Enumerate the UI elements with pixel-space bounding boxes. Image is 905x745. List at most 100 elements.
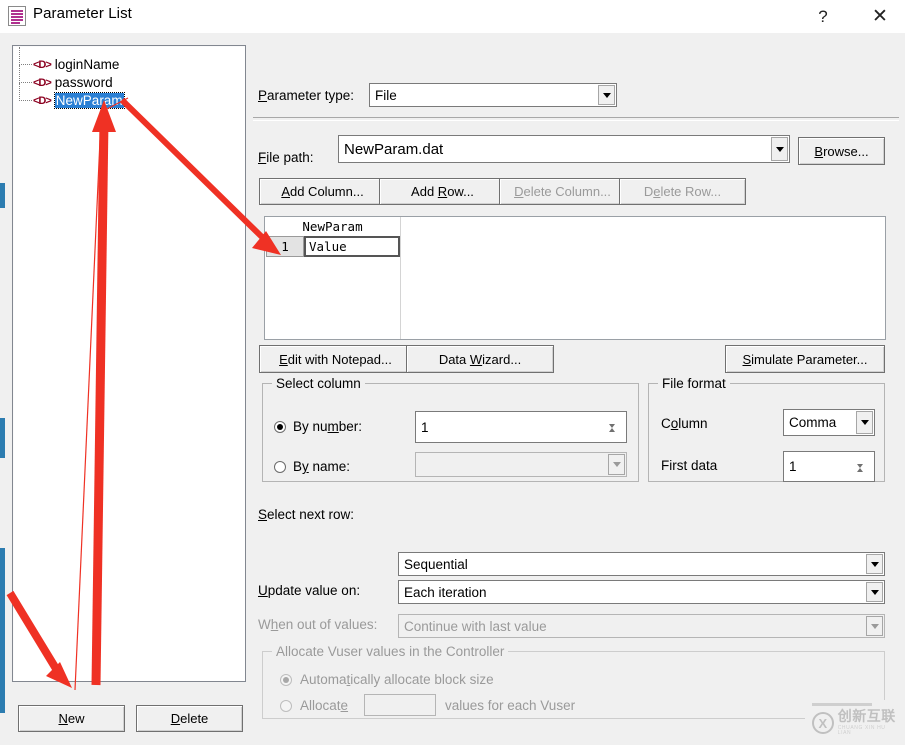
chevron-down-icon[interactable] — [771, 137, 788, 161]
grid-cell[interactable]: Value — [304, 236, 400, 257]
auto-allocate-label-rest: ically allocate block size — [350, 672, 494, 687]
delete-column-button: Delete Column... — [499, 178, 626, 205]
watermark-logo: X 创新互联 CHUANG XIN HU LIAN — [812, 708, 900, 738]
allocate-values-input — [364, 694, 436, 716]
delete-column-label-rest: elete Column... — [523, 184, 611, 199]
parameter-type-mnemonic: P — [258, 88, 268, 103]
delete-parameter-button[interactable]: Delete — [136, 705, 243, 732]
help-button[interactable]: ? — [800, 0, 846, 33]
allocate-suffix-label: values for each Vuser — [445, 698, 576, 713]
tree-line — [19, 83, 21, 101]
delete-row-button: Delete Row... — [619, 178, 746, 205]
data-wizard-label-pre: Data — [438, 351, 470, 367]
by-name-combo — [415, 452, 627, 477]
add-column-button[interactable]: Add Column... — [259, 178, 386, 205]
edit-notepad-label-rest: dit with Notepad... — [287, 351, 392, 367]
watermark-rule — [812, 703, 872, 706]
select-next-row-label: Select next row: — [258, 507, 354, 522]
edit-notepad-mnemonic: E — [279, 351, 288, 367]
delete-row-label-rest: lete Row... — [660, 184, 722, 199]
new-button-mnemonic: N — [58, 711, 68, 726]
update-value-on-value: Each iteration — [404, 584, 487, 600]
watermark-pinyin: CHUANG XIN HU LIAN — [837, 725, 886, 736]
add-column-label-rest: dd Column... — [289, 184, 364, 199]
tree-item-label: password — [54, 75, 113, 90]
by-number-value: 1 — [421, 419, 429, 435]
select-column-group-title: Select column — [272, 376, 365, 391]
chevron-down-icon[interactable] — [866, 554, 883, 574]
file-path-input[interactable]: NewParam.dat — [338, 135, 790, 163]
browse-button[interactable]: Browse... — [798, 137, 885, 165]
data-wizard-label-rest: izard... — [482, 351, 522, 367]
when-out-of-values-combo: Continue with last value — [398, 614, 885, 638]
parameter-type-combo[interactable]: File — [369, 83, 617, 107]
spinner-down-icon[interactable] — [609, 428, 625, 443]
column-label-pre: C — [661, 416, 671, 431]
simulate-parameter-button[interactable]: Simulate Parameter... — [725, 345, 885, 373]
by-name-label-pre: B — [293, 459, 303, 474]
column-separator-value: Comma — [789, 415, 837, 430]
file-format-group-title: File format — [658, 376, 730, 391]
chevron-down-icon[interactable] — [856, 411, 873, 434]
tree-line — [19, 65, 21, 83]
grid-row-header[interactable]: 1 — [266, 236, 304, 257]
delete-button-mnemonic: D — [170, 711, 181, 726]
add-column-mnemonic: A — [281, 184, 290, 199]
simulate-mnemonic: S — [742, 351, 752, 367]
by-name-label-rest: name: — [308, 459, 351, 474]
data-wizard-button[interactable]: Data Wizard... — [406, 345, 554, 373]
add-row-label-rest: ow... — [447, 184, 474, 199]
by-name-label[interactable]: By name: — [293, 459, 350, 474]
tree-item-newparam[interactable]: <D> NewParam — [19, 83, 125, 109]
update-value-on-label: Update value on: — [258, 583, 360, 598]
watermark-mark-icon: X — [812, 712, 834, 734]
watermark-chinese: 创新互联 — [837, 709, 896, 725]
by-name-radio[interactable] — [274, 461, 286, 473]
by-number-mnemonic: m — [327, 419, 339, 434]
close-button[interactable]: ✕ — [857, 0, 903, 33]
tree-item-loginname[interactable]: <D> loginName — [19, 47, 119, 73]
grid-column-header[interactable]: NewParam — [265, 217, 400, 236]
parameter-data-grid[interactable]: NewParam 1 Value — [264, 216, 886, 340]
parameter-icon: <D> — [33, 94, 52, 107]
by-number-label[interactable]: By number: — [293, 419, 362, 434]
manual-allocate-mnemonic: e — [340, 698, 349, 713]
delete-row-label-pre: D — [643, 184, 654, 199]
by-number-spinner[interactable]: 1 — [415, 411, 627, 443]
browse-button-label-rest: rowse... — [823, 143, 869, 159]
edit-with-notepad-button[interactable]: Edit with Notepad... — [259, 345, 412, 373]
add-row-mnemonic: R — [437, 184, 448, 199]
by-number-radio[interactable] — [274, 421, 286, 433]
chevron-down-icon[interactable] — [866, 582, 883, 602]
data-wizard-mnemonic: W — [469, 351, 483, 367]
by-number-label-rest: ber: — [338, 419, 363, 434]
add-row-button[interactable]: Add Row... — [379, 178, 506, 205]
column-format-label: Column — [661, 416, 708, 431]
section-separator — [253, 117, 899, 121]
tree-item-password[interactable]: <D> password — [19, 65, 113, 91]
watermark-text: 创新互联 CHUANG XIN HU LIAN — [838, 710, 900, 736]
select-next-row-combo[interactable]: Sequential — [398, 552, 885, 576]
file-path-label-rest: ile path: — [266, 150, 314, 165]
out-of-values-label-pre: W — [258, 617, 271, 632]
first-data-label: First data — [661, 458, 718, 473]
manual-allocate-label-pre: Allocat — [300, 698, 341, 713]
auto-allocate-label-pre: Automa — [300, 672, 347, 687]
chevron-down-icon[interactable] — [598, 85, 615, 105]
new-parameter-button[interactable]: New — [18, 705, 125, 732]
spinner-arrows[interactable] — [609, 413, 625, 441]
update-value-label-rest: pdate value on: — [267, 583, 361, 598]
delete-button-label-rest: elete — [180, 711, 209, 726]
first-data-spinner[interactable]: 1 — [783, 451, 875, 482]
manual-allocate-label: Allocate — [300, 698, 348, 713]
parameter-tree[interactable]: <D> loginName <D> password <D> NewParam — [12, 45, 246, 682]
spinner-down-icon[interactable] — [857, 468, 873, 483]
parameter-list-window-icon — [8, 6, 26, 26]
auto-allocate-label: Automatically allocate block size — [300, 672, 494, 687]
spinner-arrows[interactable] — [857, 453, 873, 480]
update-value-on-combo[interactable]: Each iteration — [398, 580, 885, 604]
window-title-bar: Parameter List ? ✕ — [0, 0, 905, 33]
select-next-row-mnemonic: S — [258, 507, 268, 522]
column-separator-combo[interactable]: Comma — [783, 409, 875, 436]
when-out-of-values-value: Continue with last value — [404, 618, 547, 634]
